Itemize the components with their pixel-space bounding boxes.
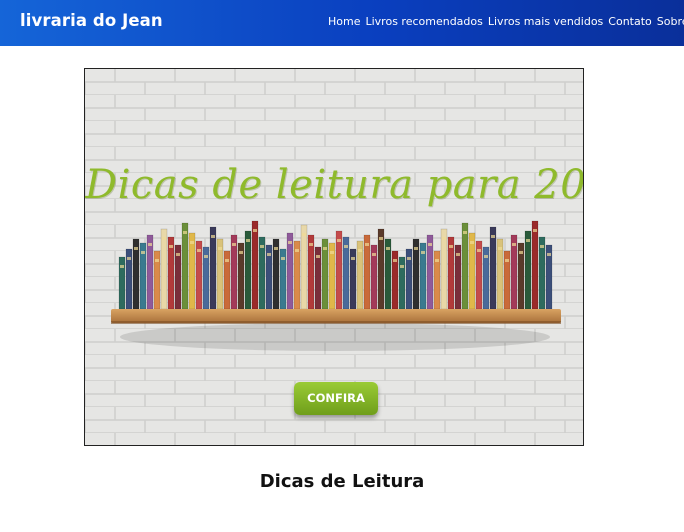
book-spine-band <box>281 257 285 260</box>
book-spine-band <box>547 253 551 256</box>
book-spine-band <box>169 245 173 248</box>
book-spine <box>489 226 497 310</box>
book-spine <box>251 220 259 310</box>
book-spine-band <box>372 253 376 256</box>
book-spine-band <box>456 253 460 256</box>
book-spine-band <box>330 251 334 254</box>
book-spine-band <box>365 243 369 246</box>
book-spine-band <box>204 255 208 258</box>
book-spine <box>524 230 532 310</box>
book-spine-band <box>540 245 544 248</box>
book-spine-band <box>120 265 124 268</box>
confira-button[interactable]: CONFIRA <box>294 382 378 415</box>
book-spine-band <box>407 257 411 260</box>
book-spine-band <box>211 235 215 238</box>
book-spine <box>531 220 539 310</box>
book-spine-band <box>351 257 355 260</box>
book-spine-band <box>505 259 509 262</box>
book-spine-band <box>316 255 320 258</box>
section-heading: Dicas de Leitura <box>259 471 425 492</box>
book-spine-band <box>302 233 306 236</box>
book-spine-band <box>470 241 474 244</box>
book-spine-band <box>309 243 313 246</box>
book-spine-band <box>260 245 264 248</box>
book-spine <box>181 222 189 310</box>
book-spine <box>188 232 196 310</box>
book-spine-band <box>393 259 397 262</box>
site-brand[interactable]: livraria do Jean <box>20 11 163 30</box>
book-spine <box>146 234 154 310</box>
nav-link-home[interactable]: Home <box>328 15 360 28</box>
book-spine-band <box>435 259 439 262</box>
book-spine-band <box>295 249 299 252</box>
book-spine-band <box>533 229 537 232</box>
book-spine-band <box>176 253 180 256</box>
book-spine-band <box>274 247 278 250</box>
book-spine-band <box>162 237 166 240</box>
book-spine-band <box>449 245 453 248</box>
book-spine-band <box>141 251 145 254</box>
book-spine <box>440 228 448 310</box>
wooden-shelf <box>111 309 561 323</box>
nav-link-livros-recomendados[interactable]: Livros recomendados <box>365 15 482 28</box>
book-spine <box>209 226 217 310</box>
book-spine-band <box>183 231 187 234</box>
book-spine <box>244 230 252 310</box>
book-spine <box>230 234 238 310</box>
book-spine-band <box>197 249 201 252</box>
book-spine-band <box>526 239 530 242</box>
nav-link-sobre[interactable]: Sobre <box>657 15 684 28</box>
top-navbar: livraria do Jean Home Livros recomendado… <box>0 0 684 46</box>
book-spine-band <box>337 239 341 242</box>
book-spine-band <box>519 251 523 254</box>
book-spine-band <box>155 259 159 262</box>
book-spine-band <box>463 231 467 234</box>
book-spine <box>377 228 385 310</box>
book-spine-band <box>239 251 243 254</box>
book-spine-band <box>246 239 250 242</box>
nav-link-livros-mais-vendidos[interactable]: Livros mais vendidos <box>488 15 603 28</box>
book-spine-band <box>442 237 446 240</box>
book-spine <box>468 232 476 310</box>
book-spine <box>300 224 308 310</box>
book-spine-band <box>148 243 152 246</box>
book-spine <box>461 222 469 310</box>
book-spine-band <box>498 247 502 250</box>
book-spine-band <box>232 243 236 246</box>
book-spine-band <box>323 247 327 250</box>
book-spine-band <box>344 245 348 248</box>
book-spine-band <box>477 249 481 252</box>
nav-link-contato[interactable]: Contato <box>608 15 651 28</box>
book-spine <box>426 234 434 310</box>
banner-title: Dicas de leitura para 2019 <box>85 162 584 208</box>
book-spine-band <box>386 247 390 250</box>
book-spine-band <box>379 237 383 240</box>
main-nav: Home Livros recomendados Livros mais ven… <box>328 15 684 28</box>
book-spine-band <box>253 229 257 232</box>
book-spine-band <box>512 243 516 246</box>
book-spine-band <box>491 235 495 238</box>
book-spine <box>160 228 168 310</box>
book-spine-band <box>288 241 292 244</box>
book-spine <box>286 232 294 310</box>
book-spine <box>307 234 315 310</box>
book-spine-band <box>421 251 425 254</box>
book-spine-band <box>190 241 194 244</box>
book-spine-band <box>267 253 271 256</box>
book-spine-band <box>400 265 404 268</box>
book-spine-band <box>484 255 488 258</box>
book-spine-band <box>414 247 418 250</box>
book-spine-band <box>218 247 222 250</box>
book-spine <box>118 256 126 310</box>
book-spine-band <box>134 247 138 250</box>
book-spine-band <box>428 243 432 246</box>
book-spine <box>363 234 371 310</box>
book-spine-band <box>225 259 229 262</box>
promo-banner[interactable]: Dicas de leitura para 2019 CONFIRA <box>84 68 584 446</box>
book-spine-band <box>127 257 131 260</box>
book-spine <box>335 230 343 310</box>
book-spine <box>398 256 406 310</box>
book-spine <box>510 234 518 310</box>
book-spine-band <box>358 249 362 252</box>
